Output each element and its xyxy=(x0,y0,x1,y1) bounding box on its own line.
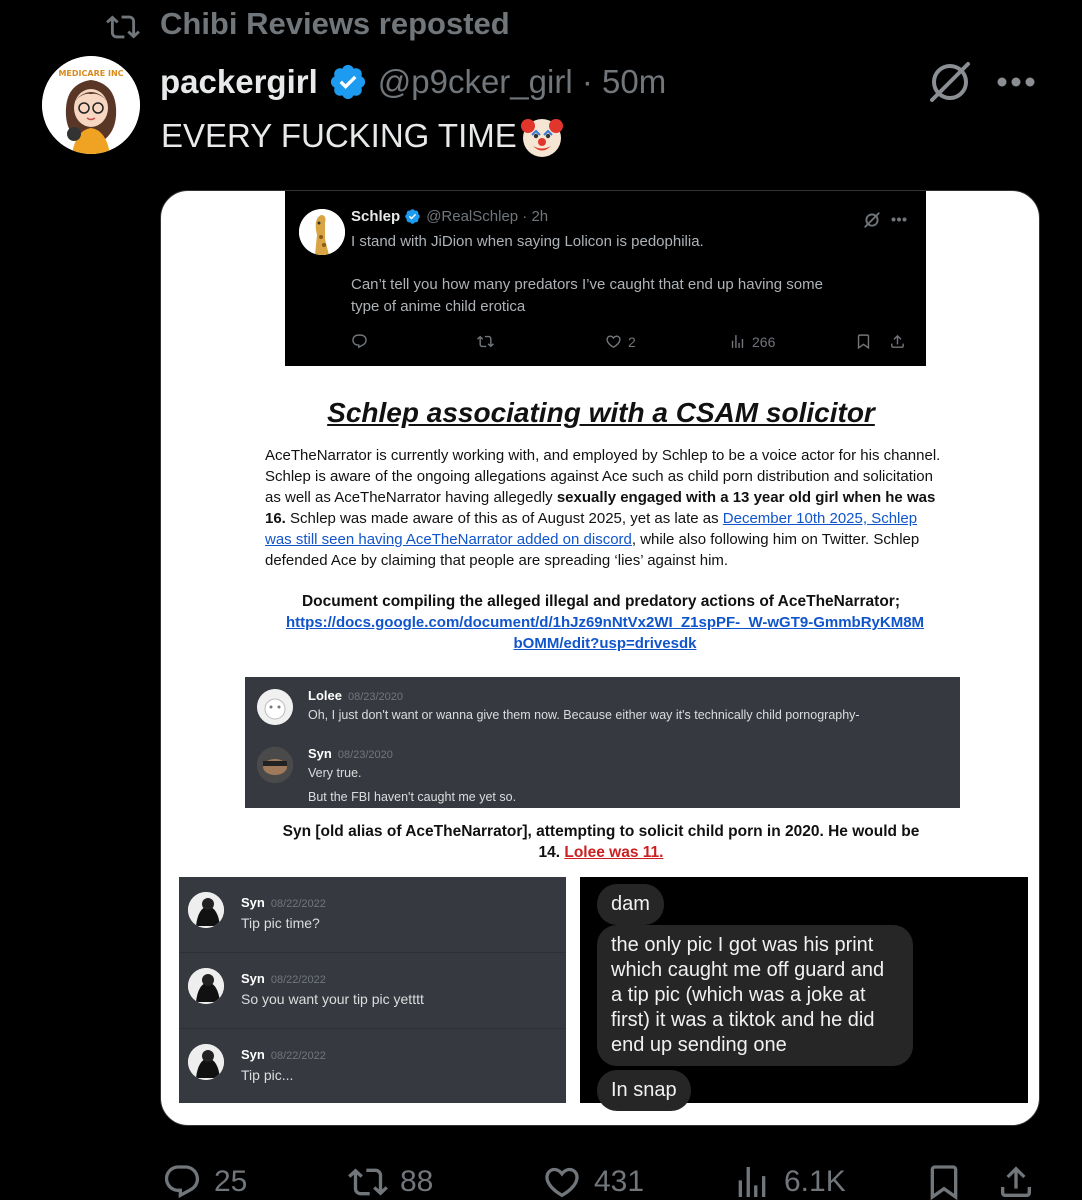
chat-screenshot: dam the only pic I got was his print whi… xyxy=(580,877,1028,1111)
embedded-verified-badge-icon xyxy=(405,209,420,224)
display-name[interactable]: packergirl xyxy=(160,63,318,101)
more-options-icon[interactable] xyxy=(996,76,1036,88)
document-compile-line: Document compiling the alleged illegal a… xyxy=(301,593,900,610)
bookmark-button[interactable] xyxy=(924,1162,964,1200)
discord2-message: Syn 08/22/2022 Tip pic time? xyxy=(179,877,566,953)
d2-author: Syn 08/22/2022 xyxy=(241,1047,326,1062)
embedded-like-count: 2 xyxy=(628,333,636,350)
chat-line: first) it was a tiktok and he did xyxy=(611,1009,875,1031)
reply-icon xyxy=(164,1165,200,1199)
views-button[interactable]: 6.1K xyxy=(732,1162,846,1200)
caption-line-1: Syn [old alias of AceTheNarrator], attem… xyxy=(282,823,920,840)
discord-msg1-author: Lolee 08/23/2020 xyxy=(308,688,403,703)
chat-line: the only pic I got was his print xyxy=(611,934,874,956)
d2-text: Tip pic... xyxy=(241,1067,294,1083)
embedded-avatar xyxy=(299,209,345,255)
discord-msg2-author: Syn 08/23/2020 xyxy=(308,746,393,761)
avatar-logo-text: MEDICARE INC xyxy=(58,69,123,78)
msg2-date: 08/23/2020 xyxy=(337,749,393,761)
embedded-text-line-3: type of anime child erotica xyxy=(351,298,526,315)
embedded-handle-time: @RealSchlep · 2h xyxy=(426,208,549,225)
share-icon xyxy=(1001,1166,1031,1197)
grok-icon[interactable] xyxy=(926,58,974,106)
repost-label[interactable]: Chibi Reviews reposted xyxy=(160,6,510,42)
share-button[interactable] xyxy=(996,1162,1036,1200)
tweet-text: EVERY FUCKING TIME xyxy=(161,113,565,159)
avatar[interactable]: MEDICARE INC xyxy=(42,56,140,154)
d2-name: Syn xyxy=(241,895,265,910)
like-button[interactable]: 431 xyxy=(542,1162,644,1200)
document-url-line-2: bOMM/edit?usp=drivesdk xyxy=(513,635,697,652)
chat-line: end up sending one xyxy=(611,1034,787,1056)
handle-and-time[interactable]: @p9cker_girl · 50m xyxy=(378,63,666,101)
embedded-more-icon xyxy=(891,217,907,222)
discord-msg1-text: Oh, I just don't want or wanna give them… xyxy=(308,708,860,722)
views-icon xyxy=(738,1167,766,1197)
discord2-message: Syn 08/22/2022 Tip pic... xyxy=(179,1029,566,1105)
discord-screenshot-1: Lolee 08/23/2020 Oh, I just don't want or… xyxy=(245,677,960,808)
discord2-message: Syn 08/22/2022 So you want your tip pic y… xyxy=(179,953,566,1029)
lolee-avatar xyxy=(257,689,293,725)
caption-red-text: Lolee was 11. xyxy=(564,844,664,861)
embedded-bookmark-icon xyxy=(857,334,870,350)
embedded-views-icon xyxy=(731,335,744,348)
embedded-text-line-1: I stand with JiDion when saying Lolicon … xyxy=(351,233,704,250)
attached-image[interactable]: Schlep @RealSchlep · 2h I stand with JiD… xyxy=(160,190,1040,1126)
discord-msg2-text-2: But the FBI haven't caught me yet so. xyxy=(308,790,517,804)
action-bar: 25 88 431 6.1K xyxy=(0,1150,1082,1200)
views-count: 6.1K xyxy=(784,1165,846,1198)
d2-date: 08/22/2022 xyxy=(270,1050,326,1062)
msg2-name: Syn xyxy=(308,746,332,761)
chat-bubble: In snap xyxy=(597,1070,691,1111)
embedded-share-icon xyxy=(891,334,904,348)
repost-icon xyxy=(106,15,140,39)
chat-line: which caught me off guard and xyxy=(611,959,885,981)
caption-prefix: 14. xyxy=(538,844,565,861)
like-icon xyxy=(545,1167,579,1198)
chat-bubble: the only pic I got was his print which c… xyxy=(597,925,913,1066)
bookmark-icon xyxy=(930,1165,958,1200)
d2-date: 08/22/2022 xyxy=(270,974,326,986)
embedded-views-count: 266 xyxy=(752,333,776,350)
discord-screenshot-2: Syn 08/22/2022 Tip pic time? Syn 08/22/202… xyxy=(179,877,566,1103)
reply-button[interactable]: 25 xyxy=(162,1162,247,1200)
embedded-action-bar: 2 266 xyxy=(351,333,911,353)
embedded-repost-icon xyxy=(477,335,494,348)
repost-count: 88 xyxy=(400,1165,434,1198)
msg1-date: 08/23/2020 xyxy=(347,691,404,703)
tweet-text-content: EVERY FUCKING TIME xyxy=(161,117,517,154)
paragraph-part-2: Schlep was made aware of this as of Augu… xyxy=(285,510,723,527)
clown-emoji-icon xyxy=(520,119,563,157)
d2-text: Tip pic time? xyxy=(241,915,320,931)
syn-avatar xyxy=(257,747,293,783)
discord-msg2-text-1: Very true. xyxy=(308,766,362,780)
document-title: Schlep associating with a CSAM solicitor xyxy=(327,397,875,428)
like-count: 431 xyxy=(594,1165,645,1198)
d2-author: Syn 08/22/2022 xyxy=(241,895,326,910)
embedded-reply-icon xyxy=(352,334,367,349)
embedded-tweet-screenshot: Schlep @RealSchlep · 2h I stand with JiD… xyxy=(285,191,926,366)
document-url-line-1: https://docs.google.com/document/d/1hJz6… xyxy=(285,614,925,631)
chat-bubble: dam xyxy=(597,884,664,925)
embedded-display-name: Schlep xyxy=(351,208,401,225)
msg1-name: Lolee xyxy=(308,688,342,703)
repost-icon xyxy=(348,1168,388,1196)
embedded-text-line-2: Can’t tell you how many predators I’ve c… xyxy=(351,276,823,293)
reply-count: 25 xyxy=(214,1165,248,1198)
repost-button[interactable]: 88 xyxy=(348,1162,433,1200)
d2-author: Syn 08/22/2022 xyxy=(241,971,326,986)
syn-avatar xyxy=(188,892,224,928)
caption-line-2: 14. Lolee was 11. xyxy=(161,844,1039,862)
syn-avatar xyxy=(188,968,224,1004)
syn-avatar xyxy=(188,1044,224,1080)
d2-name: Syn xyxy=(241,971,265,986)
d2-text: So you want your tip pic yetttt xyxy=(241,991,424,1007)
d2-name: Syn xyxy=(241,1047,265,1062)
chat-line: a tip pic (which was a joke at xyxy=(611,984,866,1006)
document-paragraph: AceTheNarrator is currently working with… xyxy=(265,445,945,571)
embedded-like-icon xyxy=(606,335,621,348)
embedded-grok-icon xyxy=(864,212,880,228)
verified-badge-icon xyxy=(330,64,365,100)
d2-date: 08/22/2022 xyxy=(270,898,326,910)
